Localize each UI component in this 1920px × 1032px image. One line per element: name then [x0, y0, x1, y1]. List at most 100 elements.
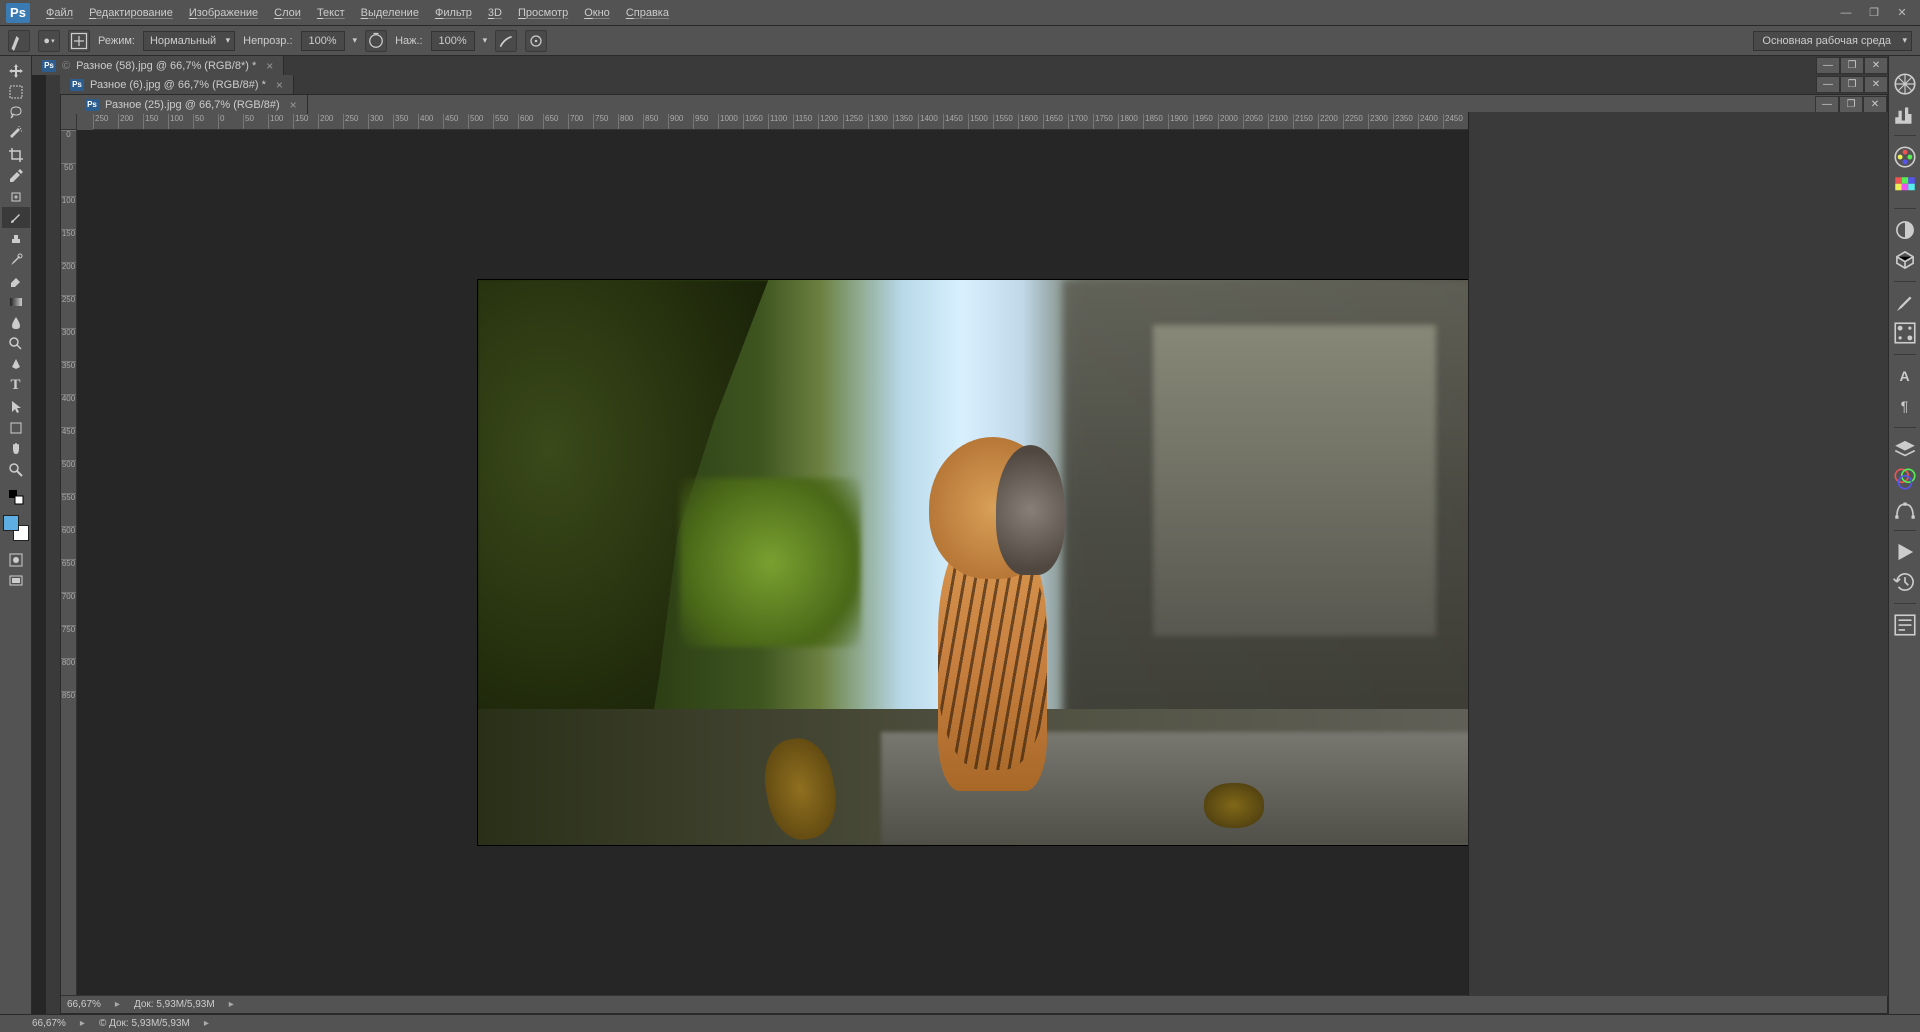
styles-icon[interactable]: [1892, 248, 1918, 272]
healing-brush-tool[interactable]: [2, 186, 30, 207]
flow-dropdown-icon[interactable]: ▾: [483, 35, 488, 46]
app-status-zoom-arrow[interactable]: ▸: [80, 1018, 85, 1029]
menu-filter[interactable]: Фильтр: [427, 3, 480, 23]
magic-wand-tool[interactable]: [2, 123, 30, 144]
app-status-doc-arrow[interactable]: ▸: [204, 1018, 209, 1029]
options-bar: ●▾ Режим: Нормальный Непрозр.: 100% ▾ На…: [0, 26, 1920, 56]
doc0-close[interactable]: ✕: [1864, 57, 1888, 74]
layers-icon[interactable]: [1892, 437, 1918, 461]
histogram-icon[interactable]: [1892, 102, 1918, 126]
status-doc-size[interactable]: Док: 5,93M/5,93M: [134, 999, 215, 1010]
menu-view[interactable]: Просмотр: [510, 3, 576, 23]
menu-select[interactable]: Выделение: [353, 3, 427, 23]
pressure-opacity-icon[interactable]: [365, 30, 387, 52]
app-status-doc-size[interactable]: © Док: 5,93M/5,93M: [99, 1018, 190, 1029]
main-area: T Ps © Разное (58).jpg @ 66,7% (RGB/8*) …: [0, 56, 1920, 1014]
default-colors-icon[interactable]: [2, 486, 30, 507]
pen-tool[interactable]: [2, 354, 30, 375]
menu-file[interactable]: Файл: [38, 3, 81, 23]
shape-tool[interactable]: [2, 417, 30, 438]
toolbox: T: [0, 56, 32, 1014]
brush-presets-icon[interactable]: [1892, 321, 1918, 345]
doc2-minimize[interactable]: —: [1815, 96, 1839, 113]
app-status-zoom[interactable]: 66,67%: [32, 1018, 66, 1029]
window-restore[interactable]: ❐: [1862, 4, 1886, 22]
paragraph-icon[interactable]: ¶: [1892, 394, 1918, 418]
foreground-color[interactable]: [3, 515, 19, 531]
menu-text[interactable]: Текст: [309, 3, 353, 23]
screen-mode-icon[interactable]: [2, 570, 30, 591]
navigator-icon[interactable]: [1892, 72, 1918, 96]
doc-tab-0-close[interactable]: ×: [266, 59, 273, 73]
paths-icon[interactable]: [1892, 497, 1918, 521]
channels-icon[interactable]: [1892, 467, 1918, 491]
brush-tool[interactable]: [2, 207, 30, 228]
history-brush-tool[interactable]: [2, 249, 30, 270]
document-statusbar: 66,67% ▸ Док: 5,93M/5,93M ▸: [61, 995, 1887, 1013]
crop-tool[interactable]: [2, 144, 30, 165]
blend-mode-select[interactable]: Нормальный: [143, 31, 235, 51]
properties-icon[interactable]: [1892, 613, 1918, 637]
airbrush-icon[interactable]: [495, 30, 517, 52]
doc0-restore[interactable]: ❐: [1840, 57, 1864, 74]
doc2-restore[interactable]: ❐: [1839, 96, 1863, 113]
doc-tab-2-close[interactable]: ×: [290, 98, 297, 112]
brush-preset-icon[interactable]: ●▾: [38, 30, 60, 52]
menu-layers[interactable]: Слои: [266, 3, 309, 23]
doc2-close[interactable]: ✕: [1863, 96, 1887, 113]
eyedropper-tool[interactable]: [2, 165, 30, 186]
dodge-tool[interactable]: [2, 333, 30, 354]
color-swatches[interactable]: [3, 515, 29, 541]
doc1-restore[interactable]: ❐: [1840, 76, 1864, 93]
doc1-minimize[interactable]: —: [1816, 76, 1840, 93]
pressure-size-icon[interactable]: [525, 30, 547, 52]
eraser-tool[interactable]: [2, 270, 30, 291]
doc-tab-1[interactable]: Ps Разное (6).jpg @ 66,7% (RGB/8#) * ×: [60, 75, 294, 94]
status-zoom-arrow[interactable]: ▸: [115, 999, 120, 1010]
swatches-icon[interactable]: [1892, 175, 1918, 199]
blur-tool[interactable]: [2, 312, 30, 333]
menu-window[interactable]: Окно: [576, 3, 618, 23]
window-controls: — ❐ ✕: [1834, 4, 1914, 22]
status-zoom[interactable]: 66,67%: [67, 999, 101, 1010]
actions-icon[interactable]: [1892, 540, 1918, 564]
doc-tab-0[interactable]: Ps © Разное (58).jpg @ 66,7% (RGB/8*) * …: [32, 56, 284, 75]
menu-3d[interactable]: 3D: [480, 3, 510, 23]
adjustments-icon[interactable]: [1892, 218, 1918, 242]
gradient-tool[interactable]: [2, 291, 30, 312]
window-minimize[interactable]: —: [1834, 4, 1858, 22]
clone-stamp-tool[interactable]: [2, 228, 30, 249]
opacity-label: Непрозр.:: [243, 35, 292, 47]
character-icon[interactable]: A: [1892, 364, 1918, 388]
ruler-origin[interactable]: [61, 114, 77, 130]
window-close[interactable]: ✕: [1890, 4, 1914, 22]
panels-collapsed-area: [1468, 112, 1888, 996]
tool-preset-icon[interactable]: [8, 30, 30, 52]
zoom-tool[interactable]: [2, 459, 30, 480]
opacity-input[interactable]: 100%: [301, 31, 345, 51]
flow-input[interactable]: 100%: [431, 31, 475, 51]
brush-panel-icon[interactable]: [68, 30, 90, 52]
path-select-tool[interactable]: [2, 396, 30, 417]
color-icon[interactable]: [1892, 145, 1918, 169]
type-tool[interactable]: T: [2, 375, 30, 396]
doc-tab-1-close[interactable]: ×: [276, 78, 283, 92]
quick-mask-icon[interactable]: [2, 549, 30, 570]
ps-logo: Ps: [6, 3, 30, 23]
hand-tool[interactable]: [2, 438, 30, 459]
workspace-select[interactable]: Основная рабочая среда: [1753, 31, 1912, 51]
doc0-minimize[interactable]: —: [1816, 57, 1840, 74]
ruler-vertical[interactable]: 0501001502002503003504004505005506006507…: [61, 130, 77, 995]
menu-image[interactable]: Изображение: [181, 3, 266, 23]
doc1-close[interactable]: ✕: [1864, 76, 1888, 93]
history-icon[interactable]: [1892, 570, 1918, 594]
menu-edit[interactable]: Редактирование: [81, 3, 181, 23]
lasso-tool[interactable]: [2, 102, 30, 123]
status-doc-arrow[interactable]: ▸: [229, 999, 234, 1010]
marquee-tool[interactable]: [2, 81, 30, 102]
move-tool[interactable]: [2, 60, 30, 81]
brushes-icon[interactable]: [1892, 291, 1918, 315]
doc-tab-2[interactable]: Ps Разное (25).jpg @ 66,7% (RGB/8#) ×: [75, 95, 308, 114]
opacity-dropdown-icon[interactable]: ▾: [353, 35, 358, 46]
menu-help[interactable]: Справка: [618, 3, 677, 23]
